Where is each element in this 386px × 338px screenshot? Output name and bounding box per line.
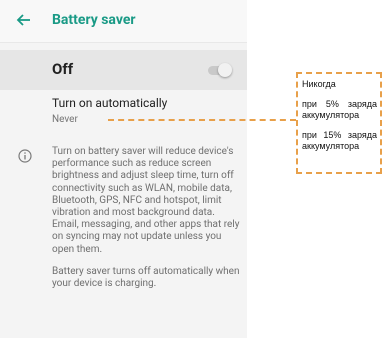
master-switch-label: Off — [52, 60, 74, 78]
arrow-back-icon[interactable] — [14, 10, 34, 30]
settings-screen: Battery saver Off Turn on automatically … — [0, 0, 247, 338]
options-callout: Никогда при 5% заряда аккумулятора при 1… — [296, 72, 382, 174]
toggle-thumb — [218, 63, 232, 77]
turn-on-automatically-setting[interactable]: Turn on automatically Never — [0, 92, 247, 132]
battery-saver-toggle[interactable] — [204, 63, 234, 77]
setting-summary: Never — [52, 114, 78, 125]
info-description: Turn on battery saver will reduce device… — [52, 146, 240, 300]
info-paragraph: Battery saver turns off automatically wh… — [52, 265, 240, 290]
info-paragraph: Turn on battery saver will reduce device… — [52, 146, 240, 255]
page-title: Battery saver — [52, 12, 136, 28]
callout-option: Никогда — [302, 79, 336, 89]
setting-title: Turn on automatically — [52, 96, 168, 110]
battery-saver-master-switch-row[interactable]: Off — [0, 50, 247, 90]
app-bar: Battery saver — [0, 0, 247, 43]
info-icon — [18, 148, 32, 163]
callout-connector-line — [108, 119, 296, 121]
callout-option: при 15% заряда аккумулятора — [302, 130, 377, 151]
callout-option: при 5% заряда аккумулятора — [302, 99, 377, 120]
